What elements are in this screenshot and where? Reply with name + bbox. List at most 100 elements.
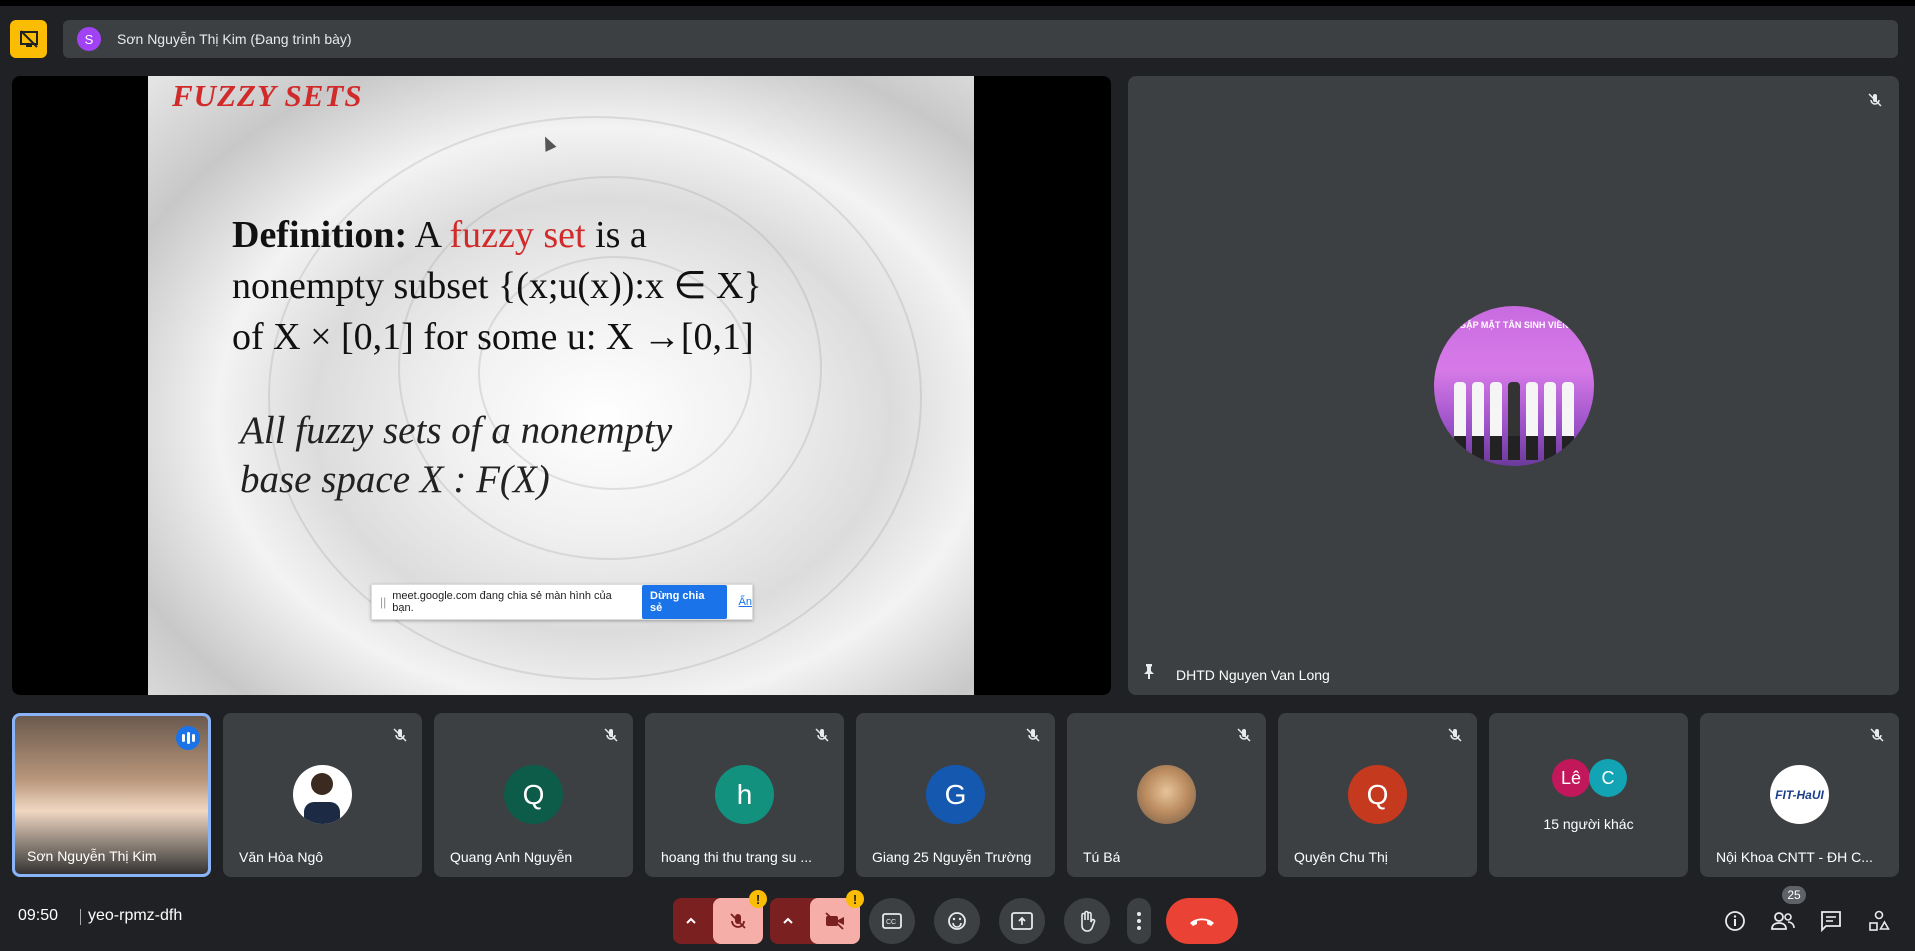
avatar-person (1472, 382, 1484, 460)
meeting-code: yeo-rpmz-dfh (88, 907, 183, 924)
definition-text: Definition: A fuzzy set is a nonempty su… (232, 210, 762, 363)
avatar-person (1562, 382, 1574, 460)
participant-tile[interactable]: Văn Hòa Ngô (223, 713, 422, 877)
screen-share-notification: || meet.google.com đang chia sẻ màn hình… (371, 584, 753, 620)
avatar-person (1544, 382, 1556, 460)
participant-tile[interactable]: Q Quyên Chu Thị (1278, 713, 1477, 877)
participant-avatar: Q (504, 765, 563, 824)
fuzzy-sets-note: All fuzzy sets of a nonempty base space … (240, 406, 672, 504)
divider (80, 909, 81, 925)
avatar-banner-text: GẶP MẶT TÂN SINH VIÊN (1459, 320, 1569, 330)
meeting-details-button[interactable] (1722, 908, 1748, 934)
activities-icon (1869, 910, 1890, 931)
participant-avatar (1137, 765, 1196, 824)
leave-call-button[interactable] (1166, 898, 1238, 944)
others-tile[interactable]: Lê C 15 người khác (1489, 713, 1688, 877)
participant-name: Nội Khoa CNTT - ĐH C... (1716, 849, 1873, 865)
chevron-up-icon (686, 917, 696, 924)
presentation-stage[interactable]: FUZZY SETS Definition: A fuzzy set is a … (12, 76, 1111, 695)
participant-tile[interactable]: G Giang 25 Nguyễn Trường (856, 713, 1055, 877)
slide: FUZZY SETS Definition: A fuzzy set is a … (148, 76, 974, 695)
definition-label: Definition: (232, 214, 408, 256)
participant-name: Văn Hòa Ngô (239, 849, 324, 865)
people-button[interactable] (1770, 908, 1796, 934)
info-icon (1725, 911, 1745, 931)
avatar-person (1490, 382, 1502, 460)
participant-avatar: GẶP MẶT TÂN SINH VIÊN (1434, 306, 1594, 466)
microphone-button[interactable]: ! (713, 890, 767, 944)
others-count-label: 15 người khác (1543, 816, 1634, 832)
definition-line-2: nonempty subset {(x;u(x)):x ∈ X} (232, 265, 762, 307)
avatar-person (1508, 382, 1520, 460)
present-screen-icon (1011, 912, 1033, 930)
drag-handle-icon[interactable]: || (380, 595, 386, 609)
mic-off-icon (730, 913, 746, 929)
mic-off-icon (1236, 727, 1252, 748)
participant-name: Tú Bá (1083, 849, 1121, 865)
participant-tile[interactable]: h hoang thi thu trang su ... (645, 713, 844, 877)
participant-name: DHTD Nguyen Van Long (1176, 667, 1330, 683)
svg-text:CC: CC (886, 919, 896, 926)
clock: 09:50 (18, 907, 59, 924)
reactions-button[interactable] (934, 898, 980, 944)
camera-button[interactable]: ! (810, 890, 864, 944)
mic-off-icon (814, 727, 830, 748)
activities-button[interactable] (1866, 908, 1892, 934)
captions-button[interactable]: CC (869, 898, 915, 944)
participant-count-badge: 25 (1782, 886, 1806, 904)
more-vert-icon (1137, 912, 1141, 930)
participant-name: Sơn Nguyễn Thị Kim (27, 848, 157, 864)
participant-name: Quang Anh Nguyễn (450, 849, 573, 865)
people-icon (1771, 912, 1795, 930)
chat-button[interactable] (1818, 908, 1844, 934)
mic-off-icon (1865, 90, 1885, 110)
hand-icon (1081, 910, 1096, 932)
presenter-label: Sơn Nguyễn Thị Kim (Đang trình bày) (117, 31, 352, 47)
presentation-status-button[interactable] (10, 20, 47, 58)
top-edge (0, 0, 1915, 6)
closed-captions-icon: CC (882, 913, 902, 929)
raise-hand-button[interactable] (1064, 898, 1110, 944)
emoji-icon (948, 912, 966, 930)
chevron-up-icon (783, 917, 793, 924)
stop-sharing-button[interactable]: Dừng chia sẻ (642, 585, 727, 619)
participant-avatar: C (1589, 759, 1627, 797)
participant-tile[interactable]: FIT-HaUI Nội Khoa CNTT - ĐH C... (1700, 713, 1899, 877)
warning-icon: ! (846, 890, 864, 908)
presenter-avatar: S (77, 27, 101, 51)
control-bar: 09:50 yeo-rpmz-dfh ! ! CC 25 (0, 882, 1915, 951)
participant-avatar: G (926, 765, 985, 824)
speaking-indicator-icon (176, 726, 200, 750)
participant-tile-self[interactable]: Sơn Nguyễn Thị Kim (12, 713, 211, 877)
hide-link[interactable]: Ẩn (739, 596, 752, 608)
avatar-person (1526, 382, 1538, 460)
slide-title: FUZZY SETS (172, 78, 363, 113)
definition-word: A (407, 214, 450, 256)
definition-highlight: fuzzy set (449, 214, 586, 256)
share-notification-text: meet.google.com đang chia sẻ màn hình củ… (392, 590, 612, 614)
mic-options-button[interactable] (673, 898, 709, 944)
warning-icon: ! (749, 890, 767, 908)
participant-tile-main[interactable]: GẶP MẶT TÂN SINH VIÊN DHTD Nguyen Van Lo… (1128, 76, 1899, 695)
mic-off-icon (603, 727, 619, 748)
more-options-button[interactable] (1127, 898, 1151, 944)
participant-name: Giang 25 Nguyễn Trường (872, 849, 1032, 865)
mic-off-icon (1869, 727, 1885, 748)
participant-avatar: h (715, 765, 774, 824)
avatar-person (1454, 382, 1466, 460)
definition-line-3: of X × [0,1] for some u: X →[0,1] (232, 316, 754, 358)
participant-avatar: Q (1348, 765, 1407, 824)
participant-tile[interactable]: Tú Bá (1067, 713, 1266, 877)
participant-avatar: FIT-HaUI (1770, 765, 1829, 824)
present-button[interactable] (999, 898, 1045, 944)
screen-share-icon (19, 30, 38, 48)
mic-off-icon (1025, 727, 1041, 748)
pin-icon[interactable] (1140, 662, 1158, 685)
presenter-banner: S Sơn Nguyễn Thị Kim (Đang trình bày) (63, 20, 1898, 58)
camera-options-button[interactable] (770, 898, 806, 944)
chat-icon (1821, 911, 1841, 932)
participant-tile[interactable]: Q Quang Anh Nguyễn (434, 713, 633, 877)
participant-name: hoang thi thu trang su ... (661, 849, 812, 865)
camera-off-icon (825, 912, 844, 930)
note-line-1: All fuzzy sets of a nonempty (240, 409, 673, 452)
